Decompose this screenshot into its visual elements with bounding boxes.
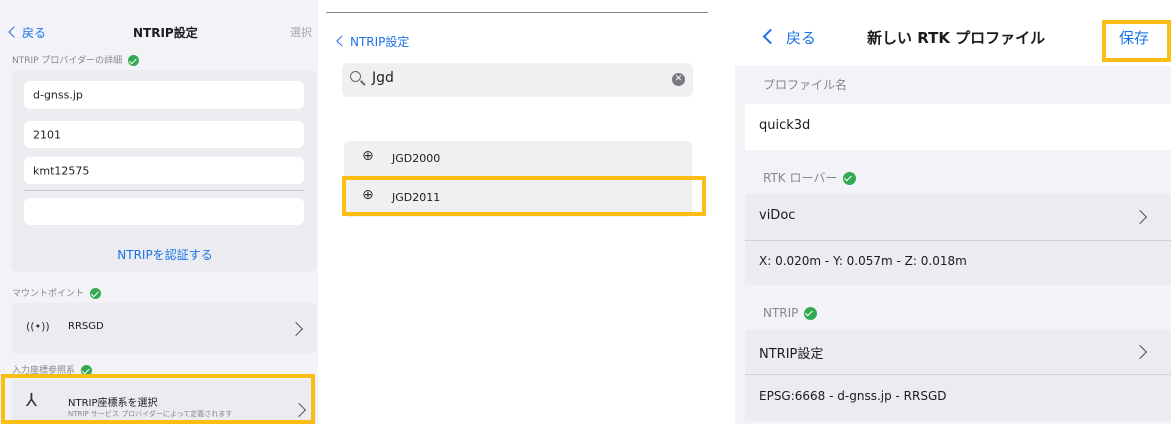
rover-header: RTK ローバー <box>763 169 857 186</box>
password-field[interactable] <box>24 198 304 225</box>
list-item[interactable]: ⊕ JGD2000 <box>344 145 692 175</box>
check-icon <box>128 55 140 66</box>
chevron-left-icon <box>336 35 348 47</box>
ntrip-row-label: NTRIP設定 <box>759 347 824 362</box>
clear-icon[interactable]: ✕ <box>672 73 685 86</box>
port-value: 2101 <box>33 128 61 141</box>
check-icon <box>843 172 857 185</box>
port-field[interactable]: 2101 <box>24 121 304 148</box>
rtk-profile-panel: 戻る 新しい RTK プロファイル 保存 プロファイル名 quick3d RTK… <box>735 8 1171 424</box>
search-icon-handle <box>360 80 366 86</box>
antenna-icon: ((•)) <box>26 320 50 333</box>
ntrip-summary: EPSG:6668 - d-gnss.jp - RRSGD <box>745 375 1171 421</box>
rover-row[interactable]: viDoc <box>745 194 1171 240</box>
ntrip-summary-text: EPSG:6668 - d-gnss.jp - RRSGD <box>759 389 947 403</box>
rover-value: viDoc <box>759 208 796 223</box>
page-title: NTRIP設定 <box>133 26 198 40</box>
ntrip-header-label: NTRIP <box>763 306 799 320</box>
rover-accuracy: X: 0.020m - Y: 0.057m - Z: 0.018m <box>745 241 1171 285</box>
mountpoint-row[interactable]: ((•)) RRSGD <box>12 303 316 353</box>
select-button[interactable]: 選択 <box>290 24 312 40</box>
provider-header-label: NTRIP プロバイダーの詳細 <box>12 56 123 66</box>
mountpoint-value: RRSGD <box>68 321 104 332</box>
accuracy-text: X: 0.020m - Y: 0.057m - Z: 0.018m <box>759 254 967 268</box>
highlight-box <box>1102 20 1171 62</box>
profile-name-field[interactable]: quick3d <box>745 104 1171 150</box>
page-title: 新しい RTK プロファイル <box>867 29 1046 47</box>
mountpoint-header: マウントポイント <box>12 286 102 299</box>
highlight-box <box>342 176 706 216</box>
back-label: 戻る <box>786 29 817 47</box>
chevron-right-icon <box>1132 209 1148 225</box>
username-value: kmt12575 <box>33 164 90 177</box>
search-input[interactable]: Jgd ✕ <box>342 63 693 97</box>
back-label: NTRIP設定 <box>350 35 410 49</box>
back-button[interactable]: 戻る <box>8 24 47 41</box>
ntrip-header: NTRIP <box>763 306 818 320</box>
check-icon <box>804 307 818 320</box>
highlight-box <box>1 374 315 424</box>
ntrip-settings-row[interactable]: NTRIP設定 <box>745 330 1171 374</box>
chevron-right-icon <box>288 321 304 337</box>
back-button[interactable]: NTRIP設定 <box>336 33 410 50</box>
mountpoint-header-label: マウントポイント <box>12 289 85 299</box>
ntrip-settings-panel: 戻る NTRIP設定 選択 NTRIP プロバイダーの詳細 d-gnss.jp … <box>0 0 318 424</box>
crs-search-panel: NTRIP設定 Jgd ✕ ⊕ JGD2000 ⊕ JGD2011 <box>326 12 708 219</box>
profile-value: quick3d <box>759 118 811 133</box>
host-field[interactable]: d-gnss.jp <box>24 81 304 109</box>
check-icon <box>90 288 102 299</box>
provider-header: NTRIP プロバイダーの詳細 <box>12 53 140 66</box>
search-value: Jgd <box>372 70 394 86</box>
globe-icon: ⊕ <box>362 148 374 164</box>
chevron-left-icon <box>762 28 779 45</box>
profile-header: プロファイル名 <box>763 78 848 92</box>
authenticate-button[interactable]: NTRIPを認証する <box>0 246 318 263</box>
chevron-right-icon <box>1132 344 1148 360</box>
result-label: JGD2000 <box>392 152 441 165</box>
back-button[interactable]: 戻る <box>762 27 817 48</box>
host-value: d-gnss.jp <box>33 88 83 102</box>
rover-header-label: RTK ローバー <box>763 171 838 185</box>
chevron-left-icon <box>8 26 20 38</box>
divider <box>24 190 304 191</box>
username-field[interactable]: kmt12575 <box>24 157 304 184</box>
back-label: 戻る <box>22 26 47 40</box>
